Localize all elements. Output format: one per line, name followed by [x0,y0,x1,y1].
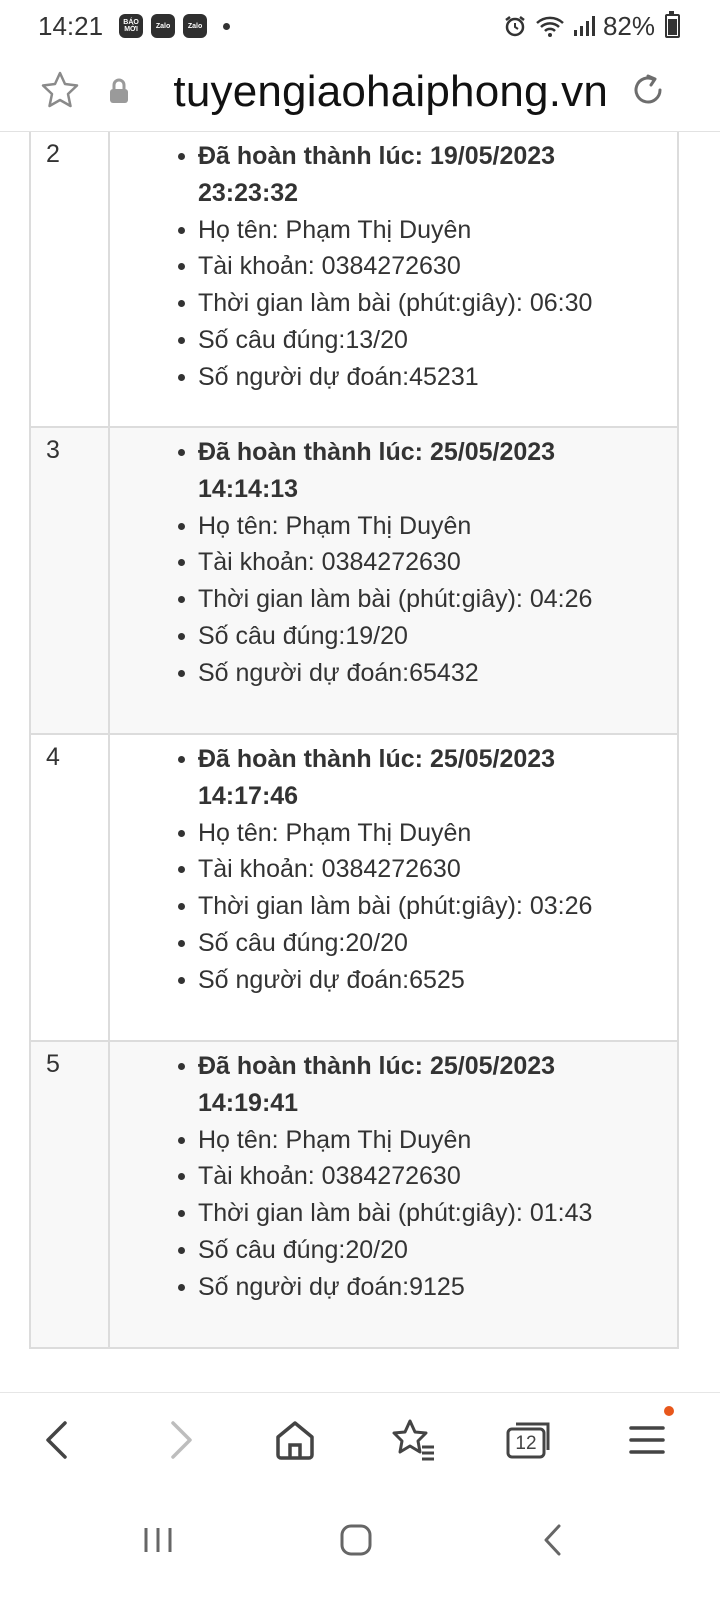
completed-at: Đã hoàn thành lúc: 25/05/2023 14:14:13 [178,434,677,508]
bookmarks-icon[interactable] [388,1415,438,1465]
battery-icon [665,11,680,38]
star-bookmark-icon[interactable] [40,70,80,110]
tab-count: 12 [515,1433,537,1454]
row-index: 3 [31,428,110,733]
full-name: Họ tên: Phạm Thị Duyên [178,1122,677,1159]
account: Tài khoản: 0384272630 [178,248,677,285]
completed-at: Đã hoàn thành lúc: 25/05/2023 14:19:41 [178,1048,677,1122]
table-row: 5 Đã hoàn thành lúc: 25/05/2023 14:19:41 … [29,1042,679,1349]
details-list: Đã hoàn thành lúc: 25/05/2023 14:17:46 Họ… [110,735,677,999]
more-notifications-icon [223,22,231,30]
menu-icon[interactable] [622,1415,672,1465]
system-nav-bar [0,1488,720,1600]
battery-percent: 82% [602,10,655,41]
url-text[interactable]: tuyengiaohaiphong.vn [148,62,608,122]
account: Tài khoản: 0384272630 [178,851,677,888]
home-system-icon[interactable] [336,1520,376,1560]
row-index: 2 [31,132,110,426]
completed-at: Đã hoàn thành lúc: 19/05/2023 23:23:32 [178,138,677,212]
account: Tài khoản: 0384272630 [178,1158,677,1195]
duration: Thời gian làm bài (phút:giây): 06:30 [178,285,677,322]
full-name: Họ tên: Phạm Thị Duyên [178,815,677,852]
status-bar-left: 14:21 BÁO MỚI Zalo Zalo [38,10,231,42]
baomoi-app-icon: BÁO MỚI [119,14,144,38]
back-icon[interactable] [34,1415,84,1465]
row-details: Đã hoàn thành lúc: 19/05/2023 23:23:32 Họ… [110,132,677,426]
account: Tài khoản: 0384272630 [178,544,677,581]
row-details: Đã hoàn thành lúc: 25/05/2023 14:17:46 Họ… [110,735,677,1040]
menu-notification-badge [664,1406,674,1416]
correct-answers: Số câu đúng:13/20 [178,322,677,359]
row-index: 5 [31,1042,110,1347]
duration: Thời gian làm bài (phút:giây): 03:26 [178,888,677,925]
completed-at: Đã hoàn thành lúc: 25/05/2023 14:17:46 [178,741,677,815]
table-row: 3 Đã hoàn thành lúc: 25/05/2023 14:14:13 … [29,428,679,735]
reload-icon[interactable] [628,70,668,110]
table-row: 2 Đã hoàn thành lúc: 19/05/2023 23:23:32 … [29,132,679,428]
row-details: Đã hoàn thành lúc: 25/05/2023 14:19:41 Họ… [110,1042,677,1347]
alarm-icon [505,16,525,37]
details-list: Đã hoàn thành lúc: 19/05/2023 23:23:32 Họ… [110,132,677,396]
status-bar: 14:21 BÁO MỚI Zalo Zalo 82% [0,0,720,52]
correct-answers: Số câu đúng:20/20 [178,1232,677,1269]
browser-bottom-nav: 12 [0,1392,720,1489]
duration: Thời gian làm bài (phút:giây): 04:26 [178,581,677,618]
details-list: Đã hoàn thành lúc: 25/05/2023 14:14:13 Họ… [110,428,677,692]
details-list: Đã hoàn thành lúc: 25/05/2023 14:19:41 Họ… [110,1042,677,1306]
zalo-app-icon: Zalo [183,14,208,38]
home-icon[interactable] [270,1415,320,1465]
forward-icon[interactable] [154,1415,204,1465]
results-table: 2 Đã hoàn thành lúc: 19/05/2023 23:23:32 … [29,132,679,1349]
row-index: 4 [31,735,110,1040]
recent-apps-icon[interactable] [138,1520,178,1560]
zalo-app-icon: Zalo [151,14,176,38]
prediction-count: Số người dự đoán:6525 [178,962,677,999]
tabs-button[interactable]: 12 [504,1415,556,1465]
signal-icon [573,16,595,36]
clock: 14:21 [38,10,104,41]
url-bar: tuyengiaohaiphong.vn [0,52,720,132]
full-name: Họ tên: Phạm Thị Duyên [178,508,677,545]
status-bar-right: 82% [503,11,680,42]
row-details: Đã hoàn thành lúc: 25/05/2023 14:14:13 Họ… [110,428,677,733]
full-name: Họ tên: Phạm Thị Duyên [178,212,677,249]
lock-icon [110,78,128,103]
table-row: 4 Đã hoàn thành lúc: 25/05/2023 14:17:46 … [29,735,679,1042]
prediction-count: Số người dự đoán:45231 [178,359,677,396]
back-system-icon[interactable] [534,1520,574,1560]
prediction-count: Số người dự đoán:9125 [178,1269,677,1306]
prediction-count: Số người dự đoán:65432 [178,655,677,692]
correct-answers: Số câu đúng:19/20 [178,618,677,655]
correct-answers: Số câu đúng:20/20 [178,925,677,962]
wifi-icon [536,16,564,37]
duration: Thời gian làm bài (phút:giây): 01:43 [178,1195,677,1232]
